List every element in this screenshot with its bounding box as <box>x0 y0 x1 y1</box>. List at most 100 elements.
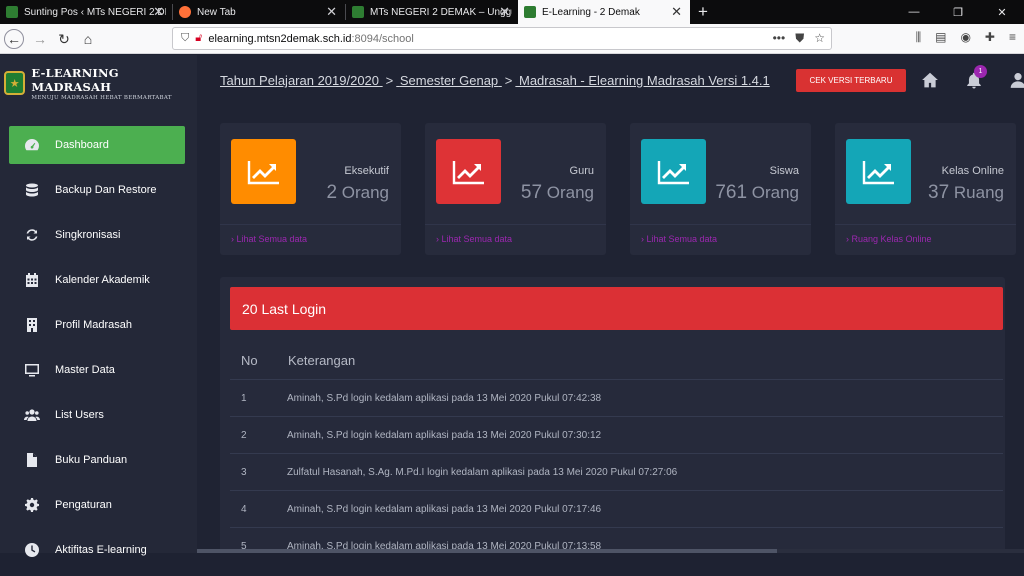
forward-icon[interactable]: → <box>30 29 50 49</box>
home-icon[interactable] <box>921 71 939 89</box>
sidebar-item-master-data[interactable]: Master Data <box>9 351 185 389</box>
reload-icon[interactable]: ↻ <box>54 29 74 49</box>
sidebar-item-label: Profil Madrasah <box>55 319 133 331</box>
table-row: 4 Aminah, S.Pd login kedalam aplikasi pa… <box>230 490 1003 527</box>
close-tab-icon[interactable]: ✕ <box>499 4 510 20</box>
stat-value: 57 Orang <box>520 182 594 203</box>
sidebar-item-label: Kalender Akademik <box>55 274 150 286</box>
brand[interactable]: ★ E-LEARNING MADRASAH MENUJU MADRASAH HE… <box>0 55 197 111</box>
tab-elearning[interactable]: E-Learning - 2 Demak ✕ <box>518 0 690 24</box>
page-actions-icon[interactable]: ••• <box>773 31 786 46</box>
main-content: Tahun Pelajaran 2019/2020 > Semester Gen… <box>197 55 1024 553</box>
tab-mts-negeri[interactable]: MTs NEGERI 2 DEMAK – Unggul ✕ <box>346 0 518 24</box>
browser-toolbar: ← → ↻ ⌂ ⛉ 🔓︎ elearning.mtsn2demak.sch.id… <box>0 24 1024 54</box>
bookmark-star-icon[interactable]: ☆ <box>814 31 825 46</box>
menu-icon[interactable]: ≡ <box>1009 30 1016 45</box>
tab-title: Sunting Pos ‹ MTs NEGERI 2 DEMAK <box>24 6 166 18</box>
tab-new-tab[interactable]: New Tab ✕ <box>173 0 345 24</box>
sidebar-item-profil[interactable]: Profil Madrasah <box>9 306 185 344</box>
sidebar-item-kalender[interactable]: Kalender Akademik <box>9 261 185 299</box>
shield-icon[interactable]: ⛉ <box>181 32 189 45</box>
restore-icon[interactable]: ❐ <box>936 0 980 24</box>
stat-label: Kelas Online <box>941 165 1004 177</box>
sidebar-item-label: Master Data <box>55 364 115 376</box>
stat-card-guru: Guru 57 Orang › Lihat Semua data <box>425 123 606 255</box>
sidebar-item-label: Aktifitas E-learning <box>55 544 147 556</box>
trend-chart-icon <box>846 139 911 204</box>
stat-card-kelas-online: Kelas Online 37 Ruang › Ruang Kelas Onli… <box>835 123 1016 255</box>
table-row: 3 Zulfatul Hasanah, S.Ag. M.Pd.I login k… <box>230 453 1003 490</box>
sidebar-item-backup[interactable]: Backup Dan Restore <box>9 171 185 209</box>
stat-value: 761 Orang <box>715 182 799 203</box>
database-icon <box>26 183 38 197</box>
notification-badge: 1 <box>974 65 987 78</box>
site-favicon-icon <box>6 6 18 18</box>
brand-subtitle: MENUJU MADRASAH HEBAT BERMARTABAT <box>31 94 172 101</box>
window-controls: — ❐ ✕ <box>892 0 1024 24</box>
tab-sunting-pos[interactable]: Sunting Pos ‹ MTs NEGERI 2 DEMAK ✕ <box>0 0 172 24</box>
horizontal-scrollbar[interactable] <box>197 549 1024 553</box>
back-icon[interactable]: ← <box>4 29 24 49</box>
brand-title: E-LEARNING MADRASAH <box>31 65 119 94</box>
insecure-lock-icon[interactable]: 🔓︎ <box>195 32 202 45</box>
column-header-keterangan: Keterangan <box>288 353 356 368</box>
sidebar-item-label: List Users <box>55 409 104 421</box>
clock-icon <box>25 543 39 557</box>
table-row: 1 Aminah, S.Pd login kedalam aplikasi pa… <box>230 379 1003 416</box>
browser-tab-strip: Sunting Pos ‹ MTs NEGERI 2 DEMAK ✕ New T… <box>0 0 1024 24</box>
stat-card-siswa: Siswa 761 Orang › Lihat Semua data <box>630 123 811 255</box>
view-all-link[interactable]: › Lihat Semua data <box>436 234 512 244</box>
sync-icon <box>26 229 38 241</box>
sidebar-item-aktifitas[interactable]: Aktifitas E-learning <box>9 531 185 569</box>
building-icon <box>27 318 37 332</box>
user-icon[interactable] <box>1009 71 1024 89</box>
dashboard-icon <box>25 139 39 151</box>
trend-chart-icon <box>436 139 501 204</box>
scrollbar-thumb[interactable] <box>197 549 777 553</box>
new-tab-button[interactable]: + <box>690 0 716 24</box>
pocket-icon[interactable]: ⛊ <box>795 31 804 46</box>
extensions-icon[interactable]: ✚ <box>985 30 995 45</box>
close-tab-icon[interactable]: ✕ <box>153 4 164 20</box>
breadcrumb-semester[interactable]: Semester Genap <box>400 73 498 88</box>
library-icon[interactable]: ⫼ <box>916 30 922 45</box>
close-window-icon[interactable]: ✕ <box>980 0 1024 24</box>
file-icon <box>27 453 37 467</box>
check-update-button[interactable]: CEK VERSI TERBARU <box>796 69 906 92</box>
account-icon[interactable]: ◉ <box>960 30 970 45</box>
minimize-icon[interactable]: — <box>892 0 936 24</box>
url-path: :8094/school <box>351 32 414 45</box>
sidebar-item-label: Pengaturan <box>55 499 112 511</box>
tab-title: MTs NEGERI 2 DEMAK – Unggul <box>370 6 512 18</box>
site-favicon-icon <box>352 6 364 18</box>
monitor-icon <box>25 364 39 377</box>
gear-icon <box>25 498 39 512</box>
home-icon[interactable]: ⌂ <box>78 29 98 49</box>
view-all-link[interactable]: › Ruang Kelas Online <box>846 234 932 244</box>
sidebar-item-label: Buku Panduan <box>55 454 128 466</box>
close-tab-icon[interactable]: ✕ <box>326 4 337 20</box>
breadcrumb-app[interactable]: Madrasah - Elearning Madrasah Versi 1.4.… <box>519 73 770 88</box>
breadcrumb: Tahun Pelajaran 2019/2020 > Semester Gen… <box>220 73 770 88</box>
view-all-link[interactable]: › Lihat Semua data <box>641 234 717 244</box>
view-all-link[interactable]: › Lihat Semua data <box>231 234 307 244</box>
kemenag-logo-icon: ★ <box>4 71 26 95</box>
close-tab-icon[interactable]: ✕ <box>671 4 682 20</box>
sidebar-item-list-users[interactable]: List Users <box>9 396 185 434</box>
sidebar-item-pengaturan[interactable]: Pengaturan <box>9 486 185 524</box>
sidebar-toggle-icon[interactable]: ▤ <box>935 30 946 45</box>
address-bar[interactable]: ⛉ 🔓︎ elearning.mtsn2demak.sch.id:8094/sc… <box>172 27 832 50</box>
tab-title: New Tab <box>197 6 236 18</box>
sidebar-item-dashboard[interactable]: Dashboard <box>9 126 185 164</box>
sidebar-menu: Dashboard Backup Dan Restore Singkronisa… <box>9 126 185 576</box>
sidebar-item-label: Backup Dan Restore <box>55 184 157 196</box>
panel-title: 20 Last Login <box>230 287 1003 330</box>
trend-chart-icon <box>641 139 706 204</box>
stat-value: 37 Ruang <box>928 182 1004 203</box>
stat-card-eksekutif: Eksekutif 2 Orang › Lihat Semua data <box>220 123 401 255</box>
breadcrumb-year[interactable]: Tahun Pelajaran 2019/2020 <box>220 73 379 88</box>
sidebar-item-buku-panduan[interactable]: Buku Panduan <box>9 441 185 479</box>
firefox-icon <box>179 6 191 18</box>
sidebar-item-singkronisasi[interactable]: Singkronisasi <box>9 216 185 254</box>
sidebar-item-label: Dashboard <box>55 139 109 151</box>
